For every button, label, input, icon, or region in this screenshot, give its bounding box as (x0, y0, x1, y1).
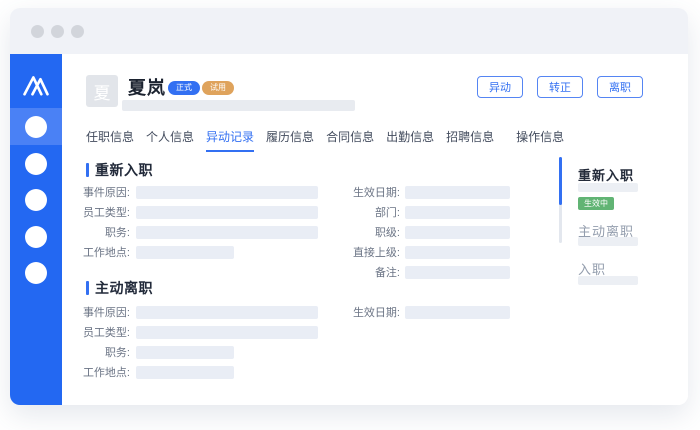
form-row: 工作地点: (68, 362, 234, 382)
tab-contract-info[interactable]: 合同信息 (326, 128, 374, 152)
field-value-placeholder (405, 245, 510, 259)
section-header-resignation: 主动离职 (86, 278, 153, 298)
form-row: 职级: (332, 222, 510, 242)
field-label: 员工类型: (82, 327, 130, 339)
form-row: 员工类型: (68, 202, 318, 222)
avatar: 夏 (86, 75, 118, 107)
window-control-dot[interactable] (31, 24, 44, 38)
effective-status-badge: 生效中 (578, 197, 614, 210)
action-button-group: 异动 转正 离职 (477, 76, 643, 98)
field-value-placeholder (405, 265, 510, 279)
transfer-button[interactable]: 异动 (477, 76, 523, 98)
field-label: 职务: (104, 347, 130, 359)
history-date-placeholder (578, 183, 638, 192)
tab-personal-info[interactable]: 个人信息 (146, 128, 194, 152)
form-row: 职务: (68, 342, 234, 362)
app-logo-icon (21, 71, 51, 103)
field-value-placeholder (405, 225, 510, 239)
history-date-placeholder (578, 276, 638, 285)
resignation-button[interactable]: 离职 (597, 76, 643, 98)
field-value-placeholder (405, 205, 510, 219)
form-row: 职务: (68, 222, 318, 242)
form-row: 员工类型: (68, 322, 318, 342)
section-title: 重新入职 (95, 162, 153, 178)
field-label: 工作地点: (82, 367, 130, 379)
sidebar-item-4[interactable] (25, 226, 47, 248)
field-label: 生效日期: (352, 307, 400, 319)
status-badge-probation: 试用 (202, 81, 234, 95)
section-accent-bar (86, 281, 89, 295)
employee-name: 夏岚 (128, 78, 166, 98)
tab-bar: 任职信息 个人信息 异动记录 履历信息 合同信息 出勤信息 招聘信息 操作信息 (86, 128, 564, 152)
window-control-dot[interactable] (51, 24, 64, 38)
form-row: 事件原因: (68, 182, 318, 202)
history-date-placeholder (578, 237, 638, 246)
window-control-dot[interactable] (71, 24, 84, 38)
field-value-placeholder (136, 305, 318, 319)
field-value-placeholder (136, 225, 318, 239)
form-row: 事件原因: (68, 302, 318, 322)
form-row: 备注: (332, 262, 510, 282)
section-title: 主动离职 (95, 280, 153, 296)
field-value-placeholder (405, 185, 510, 199)
status-badge-regular: 正式 (168, 81, 200, 95)
form-row: 直接上级: (332, 242, 510, 262)
field-value-placeholder (136, 245, 234, 259)
sidebar (10, 54, 62, 405)
tab-recruitment-info[interactable]: 招聘信息 (446, 128, 494, 152)
section-header-rehire: 重新入职 (86, 160, 153, 180)
section-accent-bar (86, 163, 89, 177)
field-label: 生效日期: (352, 187, 400, 199)
field-value-placeholder (405, 305, 510, 319)
field-value-placeholder (136, 345, 234, 359)
form-row: 部门: (332, 202, 510, 222)
field-label: 员工类型: (82, 207, 130, 219)
field-value-placeholder (136, 185, 318, 199)
field-label: 备注: (374, 267, 400, 279)
field-value-placeholder (136, 325, 318, 339)
sidebar-item-3[interactable] (25, 189, 47, 211)
field-label: 职务: (104, 227, 130, 239)
form-row: 生效日期: (332, 302, 510, 322)
form-row: 工作地点: (68, 242, 234, 262)
form-row: 生效日期: (332, 182, 510, 202)
field-value-placeholder (136, 205, 318, 219)
sidebar-item-1[interactable] (25, 116, 47, 138)
tab-resume-info[interactable]: 履历信息 (266, 128, 314, 152)
field-label: 事件原因: (82, 307, 130, 319)
field-label: 工作地点: (82, 247, 130, 259)
field-label: 直接上级: (352, 247, 400, 259)
field-value-placeholder (136, 365, 234, 379)
window-titlebar (10, 8, 688, 54)
regularization-button[interactable]: 转正 (537, 76, 583, 98)
subtitle-placeholder (122, 100, 355, 111)
main-content: 夏 夏岚 正式 试用 异动 转正 离职 任职信息 个人信息 异动记录 履历信息 … (62, 54, 688, 405)
field-label: 职级: (374, 227, 400, 239)
field-label: 事件原因: (82, 187, 130, 199)
history-track-active-indicator (559, 157, 562, 205)
sidebar-item-2[interactable] (25, 153, 47, 175)
tab-employment-info[interactable]: 任职信息 (86, 128, 134, 152)
history-item-rehire[interactable]: 重新入职 (578, 165, 634, 184)
tab-attendance-info[interactable]: 出勤信息 (386, 128, 434, 152)
app-window: 夏 夏岚 正式 试用 异动 转正 离职 任职信息 个人信息 异动记录 履历信息 … (10, 8, 688, 405)
tab-transfer-records[interactable]: 异动记录 (206, 128, 255, 152)
tab-operation-info[interactable]: 操作信息 (516, 128, 564, 152)
field-label: 部门: (374, 207, 400, 219)
sidebar-item-5[interactable] (25, 262, 47, 284)
